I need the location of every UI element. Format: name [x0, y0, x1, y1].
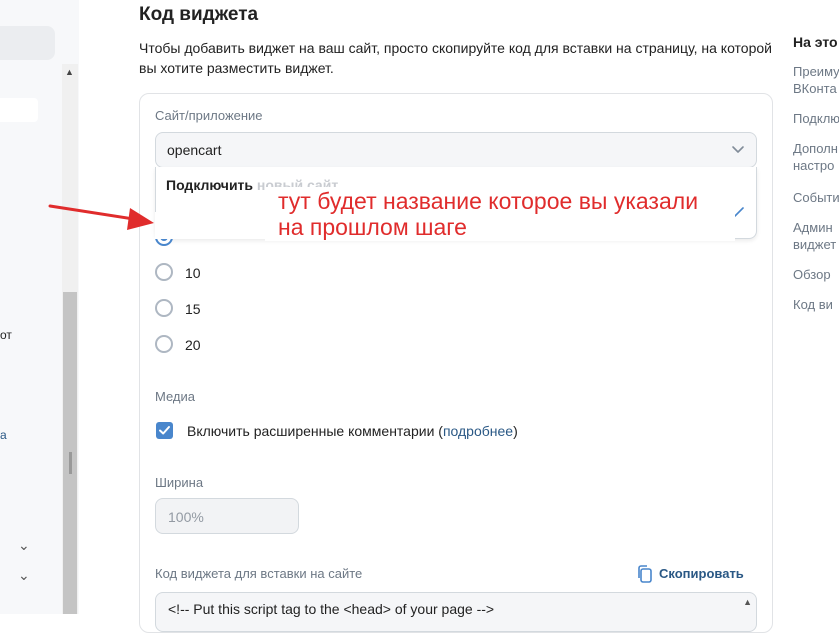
scrollbar-thumb[interactable]	[63, 292, 77, 614]
nav-item[interactable]: настро	[793, 157, 834, 174]
widget-code-textarea[interactable]: <!-- Put this script tag to the <head> o…	[155, 592, 757, 632]
radio-label: 15	[185, 301, 201, 317]
chevron-down-icon[interactable]: ⌄	[18, 537, 30, 554]
scroll-up-arrow-icon[interactable]: ▲	[743, 597, 752, 607]
code-snippet: <!-- Put this script tag to the <head> o…	[168, 601, 495, 617]
page-title: Код виджета	[139, 4, 259, 25]
chevron-down-icon[interactable]: ⌄	[18, 567, 30, 584]
page-description: Чтобы добавить виджет на ваш сайт, прост…	[139, 40, 772, 76]
nav-item[interactable]: Админ	[793, 219, 833, 236]
width-label: Ширина	[155, 475, 204, 490]
nav-item[interactable]: Преиму	[793, 63, 839, 80]
sidebar-item[interactable]	[0, 98, 38, 122]
check-icon	[159, 426, 170, 435]
dropdown-overlap-mask	[155, 212, 265, 239]
nav-item[interactable]: Событи	[793, 189, 839, 206]
nav-item[interactable]: Подклю	[793, 110, 839, 127]
page-contents-nav: На это Преиму ВКонта Подклю Дополн настр…	[793, 0, 839, 614]
nav-heading: На это	[793, 34, 838, 50]
checkbox-text-close: )	[513, 423, 518, 439]
width-input-value: 100%	[168, 509, 204, 525]
nav-item[interactable]: Код ви	[793, 296, 833, 313]
sidebar-active-item[interactable]	[0, 26, 55, 60]
nav-item[interactable]: Обзор	[793, 266, 831, 283]
site-select-label: Сайт/приложение	[155, 108, 263, 123]
code-label: Код виджета для вставки на сайте	[155, 566, 363, 581]
scrollbar-grip	[69, 452, 72, 474]
annotation-line: тут будет название которое вы указали	[278, 188, 699, 214]
radio-count-15[interactable]	[155, 299, 173, 317]
sidebar-link-fragment[interactable]: а	[0, 428, 7, 442]
radio-count-10[interactable]	[155, 263, 173, 281]
width-input[interactable]: 100%	[155, 498, 299, 534]
nav-item[interactable]: ВКонта	[793, 80, 837, 97]
site-select-value: opencart	[167, 142, 222, 158]
radio-label: 10	[185, 265, 201, 281]
radio-count-20[interactable]	[155, 335, 173, 353]
extended-comments-checkbox[interactable]	[156, 422, 173, 439]
chevron-down-icon	[732, 146, 744, 153]
copy-button-label: Скопировать	[659, 566, 744, 581]
edit-icon[interactable]	[734, 207, 744, 217]
annotation-text: тут будет название которое вы указали на…	[278, 188, 698, 240]
annotation-arrow-icon	[48, 204, 154, 230]
annotation-line: на прошлом шаге	[278, 214, 467, 240]
left-sidebar: от а ⌄ ⌄ ▲	[0, 0, 79, 614]
media-label: Медиа	[155, 389, 195, 404]
nav-item[interactable]: виджет	[793, 236, 836, 253]
nav-item[interactable]: Дополн	[793, 140, 838, 157]
scrollbar[interactable]: ▲	[62, 64, 78, 614]
connect-label: Подключить	[166, 177, 254, 193]
sidebar-text-fragment: от	[0, 328, 12, 342]
copy-icon	[638, 565, 652, 583]
more-info-link[interactable]: подробнее	[443, 423, 513, 439]
radio-label: 20	[185, 337, 201, 353]
scroll-up-arrow-icon[interactable]: ▲	[65, 67, 74, 77]
checkbox-text: Включить расширенные комментарии (	[187, 423, 443, 439]
site-select[interactable]: opencart	[155, 132, 757, 168]
extended-comments-label: Включить расширенные комментарии (подроб…	[187, 423, 518, 439]
